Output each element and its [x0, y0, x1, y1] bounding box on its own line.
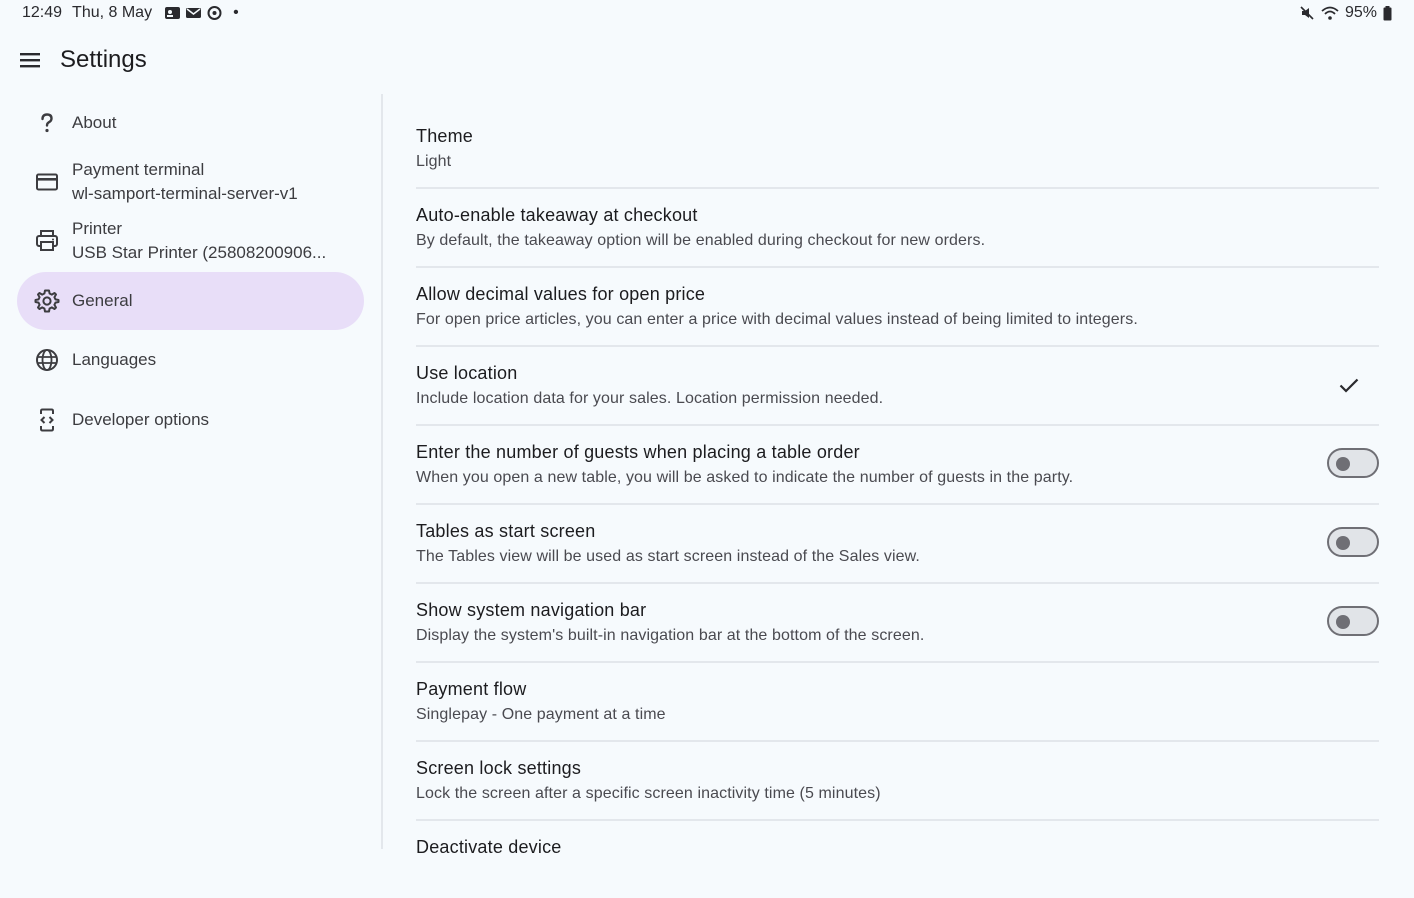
setting-payment-flow[interactable]: Payment flow Singlepay - One payment at …: [416, 663, 1379, 742]
setting-summary: Include location data for your sales. Lo…: [416, 390, 884, 407]
sidebar-item-label: Printer: [72, 219, 123, 238]
sidebar-item-label: About: [72, 113, 117, 132]
status-dot: •: [233, 4, 239, 21]
sidebar-item-subtitle: wl-samport-terminal-server-v1: [72, 184, 298, 203]
page-title: Settings: [60, 46, 147, 73]
guests-toggle-switch[interactable]: [1327, 448, 1379, 478]
credit-card-icon: [34, 169, 60, 195]
setting-title: Allow decimal values for open price: [416, 284, 706, 304]
sidebar-item-label: Languages: [72, 350, 157, 369]
app-bar: Settings: [0, 34, 1414, 86]
setting-summary: The Tables view will be used as start sc…: [416, 548, 920, 565]
setting-summary: When you open a new table, you will be a…: [416, 469, 1074, 486]
setting-title: Use location: [416, 363, 518, 383]
setting-title: Show system navigation bar: [416, 600, 647, 620]
battery-icon: [1383, 5, 1392, 20]
printer-icon: [34, 228, 60, 254]
status-bar: 12:49 Thu, 8 May • 95%: [0, 0, 1414, 26]
setting-summary: Light: [416, 153, 452, 170]
setting-summary: Display the system's built-in navigation…: [416, 627, 925, 644]
globe-icon: [34, 347, 60, 373]
setting-title: Screen lock settings: [416, 758, 582, 778]
setting-auto-enable-takeaway[interactable]: Auto-enable takeaway at checkout By defa…: [416, 189, 1379, 268]
hamburger-menu-icon: [20, 53, 40, 68]
setting-title: Theme: [416, 126, 474, 146]
mute-icon: [1300, 6, 1314, 20]
setting-theme[interactable]: Theme Light: [416, 110, 1379, 189]
pane-divider: [381, 94, 383, 849]
sidebar-item-label: Developer options: [72, 410, 210, 429]
sidebar-item-general[interactable]: General: [17, 272, 364, 330]
setting-summary: Singlepay - One payment at a time: [416, 706, 666, 723]
setting-system-navigation-bar[interactable]: Show system navigation bar Display the s…: [416, 584, 1379, 663]
contact-card-icon: [165, 7, 181, 19]
sidebar-item-payment-terminal[interactable]: Payment terminal wl-samport-terminal-ser…: [17, 153, 364, 211]
setting-tables-start-screen[interactable]: Tables as start screen The Tables view w…: [416, 505, 1379, 584]
gear-icon: [34, 288, 60, 314]
setting-decimal-open-price[interactable]: Allow decimal values for open price For …: [416, 268, 1379, 347]
setting-title: Payment flow: [416, 679, 527, 699]
sidebar-item-subtitle: USB Star Printer (25808200906...: [72, 243, 327, 262]
setting-summary: For open price articles, you can enter a…: [416, 311, 1138, 328]
setting-summary: Lock the screen after a specific screen …: [416, 785, 881, 802]
setting-title: Auto-enable takeaway at checkout: [416, 205, 698, 225]
sidebar-item-printer[interactable]: Printer USB Star Printer (25808200906...: [17, 212, 364, 270]
setting-summary: By default, the takeaway option will be …: [416, 232, 986, 249]
sidebar-item-label: General: [72, 291, 133, 310]
toggle-thumb: [1336, 615, 1350, 629]
sync-icon: [207, 6, 222, 20]
sidebar-item-languages[interactable]: Languages: [17, 331, 364, 389]
toggle-thumb: [1336, 536, 1350, 550]
setting-title: Enter the number of guests when placing …: [416, 442, 860, 462]
sidebar-item-developer-options[interactable]: Developer options: [17, 391, 364, 449]
status-date: Thu, 8 May: [72, 4, 153, 21]
setting-title: Deactivate device: [416, 837, 562, 857]
wifi-icon: [1321, 6, 1339, 20]
battery-percent: 95%: [1344, 4, 1377, 21]
tables-start-toggle-switch[interactable]: [1327, 527, 1379, 557]
menu-button[interactable]: [14, 44, 46, 76]
setting-number-of-guests[interactable]: Enter the number of guests when placing …: [416, 426, 1379, 505]
toggle-thumb: [1336, 457, 1350, 471]
settings-list: Theme Light Auto-enable takeaway at chec…: [416, 110, 1379, 898]
setting-use-location[interactable]: Use location Include location data for y…: [416, 347, 1379, 426]
help-icon: [34, 110, 60, 136]
status-time: 12:49: [22, 4, 63, 21]
sidebar-item-about[interactable]: About: [17, 94, 364, 152]
navigation-bar-toggle-switch[interactable]: [1327, 606, 1379, 636]
mail-blocked-icon: [186, 8, 202, 18]
setting-title: Tables as start screen: [416, 521, 596, 541]
sidebar-item-label: Payment terminal: [72, 160, 205, 179]
checkmark-icon[interactable]: [1337, 373, 1361, 397]
setting-deactivate-device[interactable]: Deactivate device: [416, 821, 1379, 898]
setting-screen-lock[interactable]: Screen lock settings Lock the screen aft…: [416, 742, 1379, 821]
settings-sidebar: About Payment terminal wl-samport-termin…: [0, 94, 382, 849]
developer-mode-icon: [34, 407, 60, 433]
